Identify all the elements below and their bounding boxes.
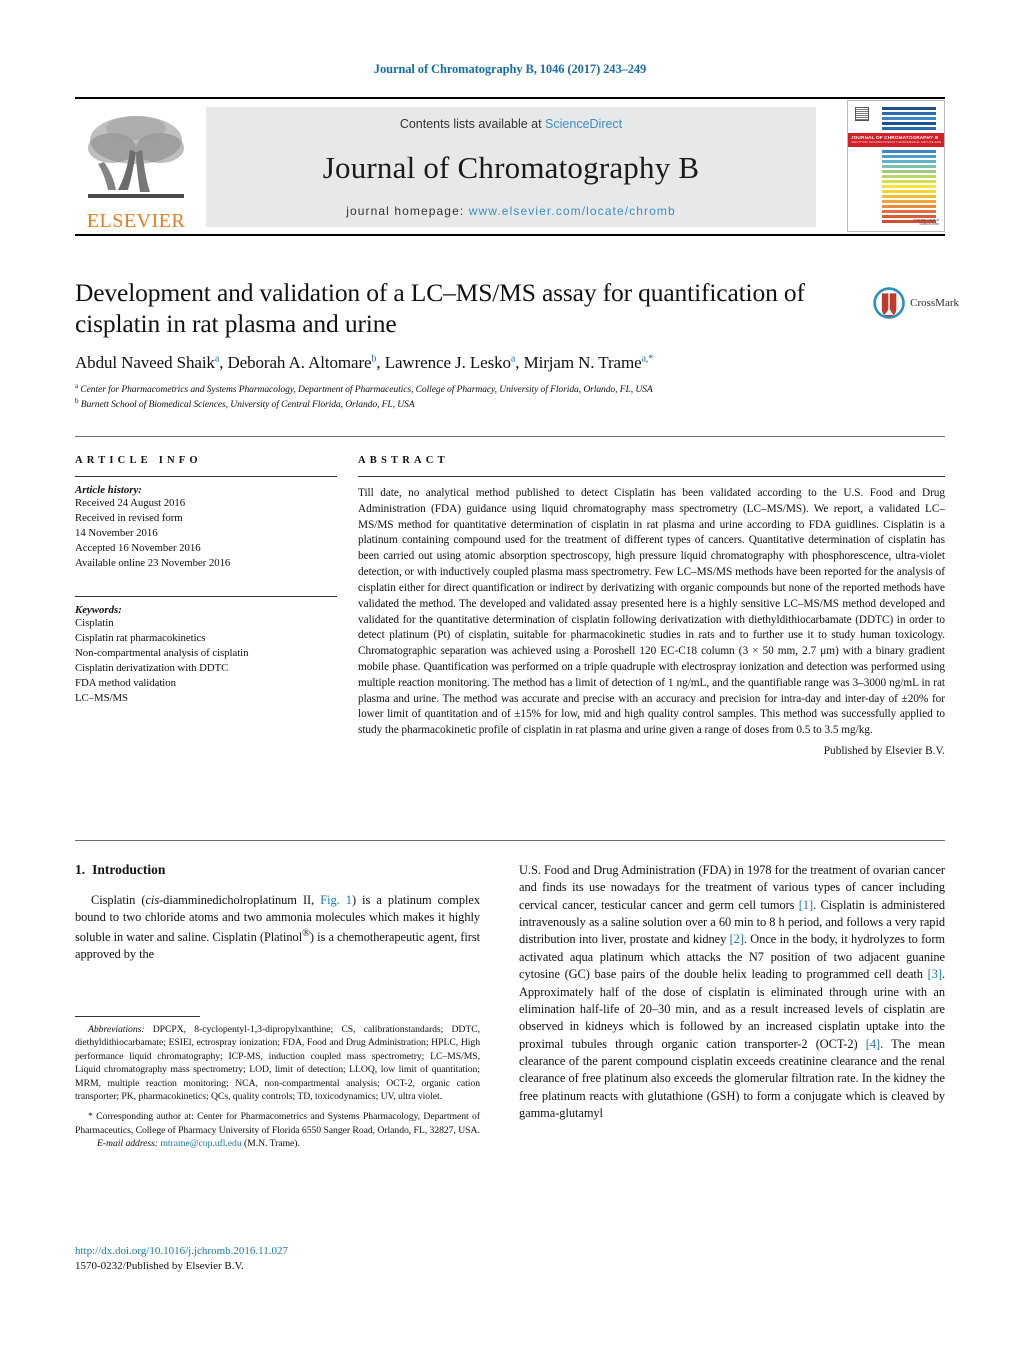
journal-title: Journal of Chromatography B [322, 149, 700, 185]
section-heading-introduction: 1. Introduction [75, 862, 480, 878]
abbreviations-text: DPCPX, 8-cyclopentyl-1,3-dipropylxanthin… [75, 1024, 480, 1102]
intro-paragraph-right: U.S. Food and Drug Administration (FDA) … [519, 863, 945, 1121]
contents-lists-line: Contents lists available at ScienceDirec… [400, 117, 622, 131]
history-line: Available online 23 November 2016 [75, 556, 231, 569]
history-line: Received 24 August 2016 [75, 497, 186, 509]
abstract-heading: ABSTRACT [358, 455, 449, 466]
affiliation-a-marker: a [75, 382, 79, 391]
history-line: 14 November 2016 [75, 526, 158, 539]
keywords-label: Keywords: [75, 604, 122, 617]
affiliation-b-text: Burnett School of Biomedical Sciences, U… [80, 399, 415, 411]
crossmark-badge[interactable]: CrossMark [873, 281, 959, 325]
article-history-block: Article history: Received 24 August 2016… [75, 484, 337, 570]
journal-homepage-line: journal homepage: www.elsevier.com/locat… [346, 204, 676, 218]
history-line: Accepted 16 November 2016 [75, 541, 201, 554]
affiliation-b-marker: b [75, 397, 79, 406]
article-info-heading: ARTICLE INFO [75, 455, 202, 466]
cover-publisher-mark-icon [855, 107, 869, 121]
corresponding-author-footnote: * Corresponding author at: Center for Ph… [75, 1110, 480, 1137]
contents-prefix: Contents lists available at [399, 117, 546, 131]
keyword-item: Cisplatin derivatization with DDTC [75, 662, 229, 675]
abbreviations-label: Abbreviations: [88, 1024, 145, 1035]
intro-paragraph-left: Cisplatin (cis-diamminedicholroplatinum … [75, 893, 480, 962]
cover-mark-label: ScienceDirect [919, 222, 939, 226]
divider-below-abstract [75, 840, 945, 841]
email-footnote: E-mail address: mtrame@cop.ufl.edu (M.N.… [75, 1137, 480, 1150]
abstract-text: Till date, no analytical method publishe… [358, 487, 945, 737]
author-4-affil-marker[interactable]: a,* [642, 354, 654, 365]
cover-journal-title: JOURNAL OF CHROMATOGRAPHY B [851, 135, 939, 140]
journal-masthead: ELSEVIER Contents lists available at Sci… [75, 97, 945, 236]
journal-band: Contents lists available at ScienceDirec… [206, 107, 816, 227]
cover-red-band: JOURNAL OF CHROMATOGRAPHY B ANALYTICAL T… [848, 133, 944, 147]
author-2: Deborah A. Altomare [227, 353, 372, 373]
homepage-link[interactable]: www.elsevier.com/locate/chromb [469, 204, 676, 218]
keyword-item: LC–MS/MS [75, 691, 129, 704]
divider-above-info [75, 436, 945, 437]
doi-link[interactable]: http://dx.doi.org/10.1016/j.jchromb.2016… [75, 1244, 480, 1259]
article-history-label: Article history: [75, 484, 142, 496]
cover-journal-subtitle: ANALYTICAL TECHNOLOGIES IN THE BIOMEDICA… [851, 141, 941, 144]
email-owner: (M.N. Trame). [241, 1138, 300, 1149]
issn-line: 1570-0232/Published by Elsevier B.V. [75, 1260, 244, 1273]
author-4: Mirjam N. Trame [523, 353, 642, 373]
page-title: Development and validation of a LC–MS/MS… [75, 278, 805, 339]
history-line: Received in revised form [75, 511, 183, 524]
footnote-rule [75, 1016, 200, 1017]
figure-1-link[interactable]: Fig. 1 [320, 893, 352, 907]
author-2-affil-marker[interactable]: b [371, 354, 376, 365]
homepage-prefix: journal homepage: [346, 204, 469, 218]
keyword-item: Non-compartmental analysis of cisplatin [75, 647, 249, 660]
author-3-affil-marker[interactable]: a [511, 354, 515, 365]
email-link[interactable]: mtrame@cop.ufl.edu [160, 1138, 241, 1149]
author-3: Lawrence J. Lesko [384, 353, 511, 373]
affiliations: a Center for Pharmacometrics and Systems… [75, 382, 865, 412]
running-head: Journal of Chromatography B, 1046 (2017)… [373, 62, 647, 76]
affiliation-a: a Center for Pharmacometrics and Systems… [75, 382, 865, 397]
section-title: Introduction [92, 862, 166, 877]
footnotes-block: Abbreviations: DPCPX, 8-cyclopentyl-1,3-… [75, 1016, 480, 1150]
affiliation-a-text: Center for Pharmacometrics and Systems P… [80, 384, 653, 396]
corresponding-text: Corresponding author at: Center for Phar… [75, 1111, 480, 1136]
abstract-column: ABSTRACT Till date, no analytical method… [358, 455, 945, 757]
email-label: E-mail address: [97, 1138, 159, 1149]
crossmark-icon [873, 287, 905, 319]
abstract-publisher-line: Published by Elsevier B.V. [823, 745, 945, 757]
section-number: 1. [75, 862, 86, 877]
body-column-right: U.S. Food and Drug Administration (FDA) … [519, 862, 945, 1122]
article-info-rule [75, 476, 337, 477]
journal-cover-thumbnail: JOURNAL OF CHROMATOGRAPHY B ANALYTICAL T… [847, 100, 945, 232]
footer-block: http://dx.doi.org/10.1016/j.jchromb.2016… [75, 1244, 480, 1275]
article-info-column: ARTICLE INFO Article history: Received 2… [75, 455, 337, 706]
citation-1[interactable]: [1] [799, 898, 813, 912]
citation-4[interactable]: [4] [866, 1037, 880, 1051]
affiliation-b: b Burnett School of Biomedical Sciences,… [75, 397, 865, 412]
keyword-item: Cisplatin rat pharmacokinetics [75, 632, 206, 645]
author-1: Abdul Naveed Shaik [75, 353, 215, 373]
citation-2[interactable]: [2] [730, 932, 744, 946]
title-block: Development and validation of a LC–MS/MS… [75, 277, 865, 412]
citation-3[interactable]: [3] [928, 967, 942, 981]
sciencedirect-link[interactable]: ScienceDirect [545, 117, 622, 131]
author-list: Abdul Naveed Shaika, Deborah A. Altomare… [75, 353, 654, 373]
keyword-item: FDA method validation [75, 677, 176, 690]
crossmark-label: CrossMark [910, 297, 959, 309]
elsevier-logo: ELSEVIER [77, 103, 195, 231]
keywords-block: Keywords: Cisplatin Cisplatin rat pharma… [75, 596, 337, 705]
abstract-rule [358, 476, 945, 477]
body-column-left: 1. Introduction Cisplatin (cis-diamminedi… [75, 862, 480, 964]
keywords-rule [75, 596, 337, 598]
abbreviations-footnote: Abbreviations: DPCPX, 8-cyclopentyl-1,3-… [75, 1023, 480, 1103]
elsevier-tree-icon [88, 116, 184, 198]
cover-sciencedirect-mark: Available online at ScienceDirect [913, 218, 939, 226]
paper-page: Journal of Chromatography B, 1046 (2017)… [0, 0, 1020, 1351]
elsevier-wordmark: ELSEVIER [86, 210, 186, 232]
author-1-affil-marker[interactable]: a [215, 354, 219, 365]
keyword-item: Cisplatin [75, 617, 114, 630]
